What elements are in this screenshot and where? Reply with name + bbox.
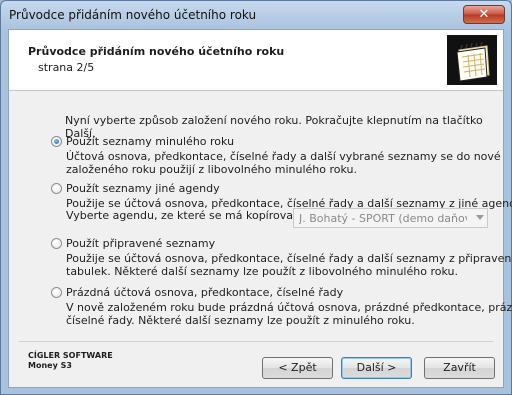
agenda-select-label: Vyberte agendu, ze které se má kopírovat… <box>66 209 302 222</box>
radio-empty[interactable] <box>51 287 62 298</box>
agenda-select[interactable]: J. Bohatý - SPORT (demo daňová e <box>293 208 488 228</box>
back-button[interactable]: < Zpět <box>262 357 333 379</box>
radio-previous-year[interactable] <box>51 136 62 147</box>
agenda-select-value: J. Bohatý - SPORT (demo daňová e <box>299 212 467 225</box>
brand-product: Money S3 <box>28 361 72 370</box>
calendar-icon <box>447 35 497 85</box>
close-button[interactable]: Zavřít <box>424 357 495 379</box>
title-bar[interactable]: Průvodce přidáním nového účetního roku ✕ <box>1 1 511 29</box>
option-label[interactable]: Prázdná účtová osnova, předkontace, číse… <box>66 286 343 299</box>
close-icon: ✕ <box>478 7 490 22</box>
option-description-line: V nově založeném roku bude prázdná účtov… <box>66 301 512 314</box>
option-description-line: číselné řady. Některé další seznamy lze … <box>66 314 415 327</box>
window-close-button[interactable]: ✕ <box>463 5 505 24</box>
option-label[interactable]: Použít seznamy minulého roku <box>66 135 234 148</box>
option-description-line: tabulek. Některé další seznamy lze použí… <box>66 265 458 278</box>
header-title: Průvodce přidáním nového účetního roku <box>28 45 285 58</box>
page-indicator: strana 2/5 <box>38 61 95 74</box>
option-description-line: založeného roku použijí z libovolného mi… <box>66 163 357 176</box>
wizard-body: Průvodce přidáním nového účetního roku s… <box>8 29 512 388</box>
option-description-line: Účtová osnova, předkontace, číselné řady… <box>66 150 501 163</box>
option-label[interactable]: Použít seznamy jiné agendy <box>66 182 220 195</box>
radio-prepared-lists[interactable] <box>51 238 62 249</box>
wizard-header: Průvodce přidáním nového účetního roku s… <box>9 30 503 91</box>
window-title: Průvodce přidáním nového účetního roku <box>9 8 257 22</box>
radio-other-agenda[interactable] <box>51 183 62 194</box>
option-description-line: Použije se účtová osnova, předkontace, č… <box>66 252 512 265</box>
footer-divider <box>19 341 493 342</box>
brand-company: CÍGLER SOFTWARE <box>28 351 113 360</box>
wizard-window: Průvodce přidáním nového účetního roku ✕… <box>0 0 512 395</box>
option-label[interactable]: Použít připravené seznamy <box>66 237 215 250</box>
next-button[interactable]: Další > <box>341 357 412 379</box>
chevron-down-icon <box>476 215 484 220</box>
